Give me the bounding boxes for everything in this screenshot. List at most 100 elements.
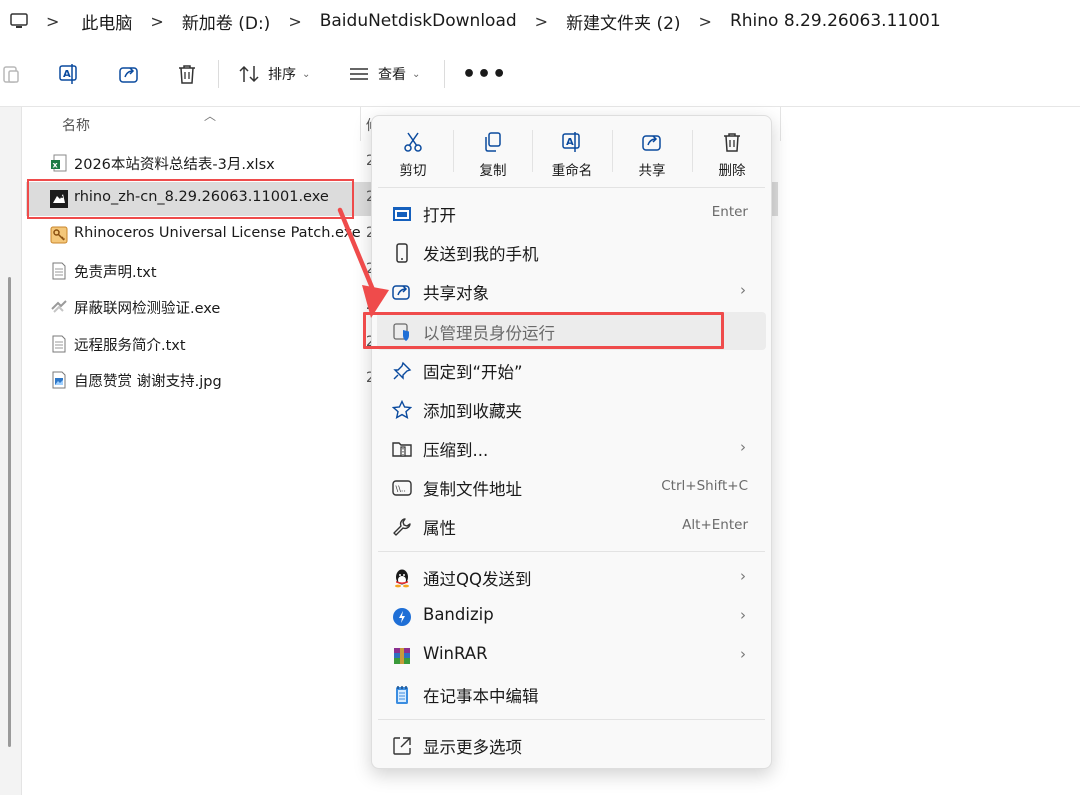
key-patch-icon <box>50 226 68 244</box>
cut-label: 剪切 <box>399 163 427 179</box>
menu-item-show-more-options[interactable]: 显示更多选项 <box>377 726 766 764</box>
share-icon <box>642 135 661 151</box>
wrench-icon <box>391 516 413 538</box>
menu-item-bandizip[interactable]: Bandizip › <box>377 597 766 635</box>
bandizip-icon <box>391 606 413 628</box>
chevron-right-icon: › <box>740 281 746 299</box>
share-label: 共享 <box>638 163 666 179</box>
copy-icon <box>485 132 501 152</box>
column-separator[interactable] <box>360 107 361 141</box>
zip-folder-icon <box>391 438 413 460</box>
menu-item-send-to-phone[interactable]: 发送到我的手机 <box>377 233 766 271</box>
chevron-down-icon: ⌄ <box>412 68 421 80</box>
menu-item-edit-in-notepad[interactable]: 在记事本中编辑 <box>377 675 766 713</box>
menu-item-winrar[interactable]: WinRAR › <box>377 636 766 674</box>
command-bar: A 排序 ⌄ 查看 ⌄ ••• <box>0 42 1080 107</box>
menu-item-label: 添加到收藏夹 <box>423 402 522 421</box>
sort-ascending-icon: ︿ <box>204 109 217 123</box>
menu-item-compress-to[interactable]: 压缩到... › <box>377 429 766 467</box>
breadcrumb-item-baidu[interactable]: BaiduNetdiskDownload <box>320 11 517 31</box>
toolbar-divider <box>444 60 445 88</box>
menu-item-label: 固定到“开始” <box>423 363 523 382</box>
toolbar-divider <box>218 60 219 88</box>
menu-item-label: 在记事本中编辑 <box>423 687 539 706</box>
menu-item-label: 压缩到... <box>423 441 489 460</box>
delete-button[interactable]: 删除 <box>692 116 772 188</box>
text-file-icon <box>52 335 66 353</box>
excel-file-icon: x <box>51 154 67 172</box>
copy-path-icon: \\.. <box>391 477 413 499</box>
breadcrumb-item-new-folder[interactable]: 新建文件夹 (2) <box>566 9 680 34</box>
chevron-right-icon: > <box>534 11 549 31</box>
file-name: 远程服务简介.txt <box>74 338 186 354</box>
address-bar[interactable]: > 此电脑 > 新加卷 (D:) > BaiduNetdiskDownload … <box>0 0 1080 43</box>
navigation-pane <box>0 107 22 795</box>
scrollbar-thumb[interactable] <box>8 277 11 747</box>
exe-file-icon <box>51 300 67 313</box>
chevron-right-icon: › <box>740 606 746 624</box>
delete-label: 删除 <box>718 163 746 179</box>
menu-item-shortcut: Alt+Enter <box>682 517 748 533</box>
share-to-icon <box>391 281 413 303</box>
file-name: Rhinoceros Universal License Patch.exe <box>74 225 361 241</box>
menu-item-label: WinRAR <box>423 644 488 663</box>
sort-label: 排序 <box>268 67 296 83</box>
menu-item-properties[interactable]: 属性 Alt+Enter <box>377 507 766 545</box>
file-name: 免责声明.txt <box>74 265 157 281</box>
file-name: 屏蔽联网检测验证.exe <box>74 301 221 317</box>
menu-item-label: Bandizip <box>423 605 494 624</box>
breadcrumb-item-drive[interactable]: 新加卷 (D:) <box>182 9 271 34</box>
share-button[interactable]: 共享 <box>612 116 692 188</box>
menu-item-send-via-qq[interactable]: 通过QQ发送到 › <box>377 558 766 596</box>
breadcrumb-item-this-pc[interactable]: 此电脑 <box>81 9 132 34</box>
phone-icon <box>391 242 413 264</box>
menu-item-shortcut: Enter <box>711 204 748 220</box>
menu-item-label: 复制文件地址 <box>423 480 522 499</box>
share-toolbar-button[interactable] <box>118 42 140 106</box>
chevron-right-icon: > <box>150 11 164 31</box>
rename-button[interactable]: A 重命名 <box>532 116 612 188</box>
qq-icon <box>391 567 413 589</box>
column-separator[interactable] <box>780 107 781 141</box>
menu-item-pin-to-start[interactable]: 固定到“开始” <box>377 351 766 389</box>
annotation-box-run-as-admin <box>363 312 724 349</box>
menu-item-share-with[interactable]: 共享对象 › <box>377 272 766 310</box>
chevron-right-icon: > <box>288 11 302 31</box>
menu-item-label: 共享对象 <box>423 284 489 303</box>
breadcrumb-item-rhino[interactable]: Rhino 8.29.26063.11001 <box>730 11 941 31</box>
view-button[interactable]: 查看 ⌄ <box>348 42 420 106</box>
rename-toolbar-button[interactable]: A <box>58 42 80 106</box>
share-icon <box>119 67 138 83</box>
cut-icon <box>404 132 422 152</box>
more-button[interactable]: ••• <box>462 42 507 106</box>
paste-button[interactable] <box>2 42 20 106</box>
cut-button[interactable]: 剪切 <box>373 116 453 188</box>
column-header-name[interactable]: 名称 <box>62 115 90 135</box>
menu-divider <box>378 719 765 720</box>
delete-icon <box>724 133 740 152</box>
chevron-right-icon: > <box>698 11 712 31</box>
sort-icon <box>239 65 259 83</box>
rename-icon: A <box>562 132 580 152</box>
delete-icon <box>179 65 195 84</box>
sort-button[interactable]: 排序 ⌄ <box>238 42 310 106</box>
pin-icon <box>391 360 413 382</box>
view-label: 查看 <box>378 67 406 83</box>
menu-item-label: 通过QQ发送到 <box>423 570 532 589</box>
menu-item-label: 属性 <box>423 519 456 538</box>
menu-item-add-to-favorites[interactable]: 添加到收藏夹 <box>377 390 766 428</box>
svg-text:x: x <box>53 161 59 170</box>
context-menu: 剪切 复制 A 重命名 共享 删除 打开 Enter 发送到我的手机 共享对象 … <box>371 115 772 769</box>
svg-text:A: A <box>63 69 71 80</box>
paste-icon <box>3 66 19 83</box>
notepad-icon <box>391 684 413 706</box>
menu-item-shortcut: Ctrl+Shift+C <box>661 478 748 494</box>
more-options-icon <box>391 735 413 757</box>
menu-item-label: 发送到我的手机 <box>423 245 539 264</box>
delete-toolbar-button[interactable] <box>177 42 197 106</box>
copy-button[interactable]: 复制 <box>453 116 533 188</box>
menu-item-open[interactable]: 打开 Enter <box>377 194 766 232</box>
text-file-icon <box>52 262 66 280</box>
view-icon <box>350 68 368 80</box>
menu-item-copy-as-path[interactable]: \\.. 复制文件地址 Ctrl+Shift+C <box>377 468 766 506</box>
